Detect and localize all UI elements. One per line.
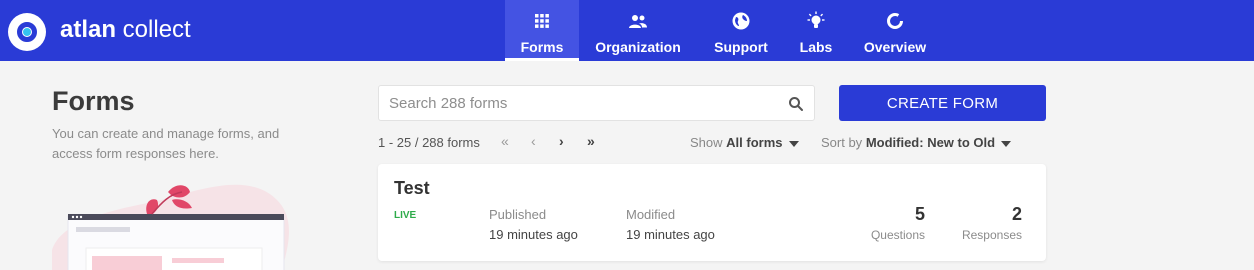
nav-organization-label: Organization	[595, 39, 681, 55]
published-value: 19 minutes ago	[489, 227, 578, 242]
show-filter-value: All forms	[726, 135, 783, 150]
create-form-button[interactable]: CREATE FORM	[839, 85, 1046, 121]
sort-label: Sort by	[821, 135, 863, 150]
brand-name-bold: atlan	[60, 16, 117, 43]
show-filter[interactable]: Show All forms	[690, 135, 799, 150]
nav-labs[interactable]: Labs	[794, 0, 838, 61]
previous-page-button[interactable]: ‹	[531, 133, 536, 149]
sort-value: Modified: New to Old	[865, 135, 996, 150]
nav-overview-label: Overview	[863, 39, 927, 55]
bulb-icon	[807, 11, 825, 28]
sort-dropdown[interactable]: Sort by Modified: New to Old	[821, 135, 1012, 150]
modified-value: 19 minutes ago	[626, 227, 715, 242]
show-filter-label: Show	[690, 135, 723, 150]
search-input[interactable]	[389, 86, 779, 120]
chevron-down-icon	[1001, 140, 1012, 147]
nav-overview[interactable]: Overview	[858, 0, 932, 61]
form-title[interactable]: Test	[394, 178, 430, 199]
top-navigation-bar: atlan collect Forms Organization Support	[0, 0, 1254, 61]
nav-forms-label: Forms	[520, 39, 564, 55]
atlan-logo-icon[interactable]	[8, 13, 46, 51]
nav-forms[interactable]: Forms	[505, 0, 579, 61]
pagination-range: 1 - 25 / 288 forms	[378, 135, 480, 150]
chevron-down-icon	[788, 140, 799, 147]
people-icon	[629, 15, 647, 28]
app-title[interactable]: atlan collect	[60, 16, 191, 44]
page-description: You can create and manage forms, and acc…	[52, 126, 280, 161]
questions-count: 5	[914, 204, 925, 224]
responses-label[interactable]: Responses	[942, 228, 1022, 242]
published-label: Published	[489, 207, 547, 222]
forms-illustration	[52, 184, 289, 270]
brand-name-light: collect	[116, 16, 191, 43]
status-badge: LIVE	[394, 210, 417, 221]
globe-icon	[732, 12, 750, 30]
questions-label: Questions	[870, 228, 925, 242]
last-page-button[interactable]: »	[587, 133, 595, 149]
first-page-button[interactable]: «	[501, 133, 509, 149]
search-box[interactable]	[378, 85, 815, 121]
form-card[interactable]: Test LIVE Published 19 minutes ago Modif…	[378, 164, 1046, 261]
donut-chart-icon	[887, 13, 903, 29]
nav-support-label: Support	[714, 39, 768, 55]
search-icon[interactable]	[788, 96, 804, 112]
grid-icon	[535, 14, 549, 28]
modified-label: Modified	[626, 207, 676, 222]
nav-support[interactable]: Support	[708, 0, 774, 61]
next-page-button[interactable]: ›	[559, 133, 564, 149]
nav-organization[interactable]: Organization	[588, 0, 688, 61]
responses-count[interactable]: 2	[962, 204, 1022, 225]
page-title: Forms	[52, 86, 135, 116]
nav-labs-label: Labs	[799, 39, 833, 55]
